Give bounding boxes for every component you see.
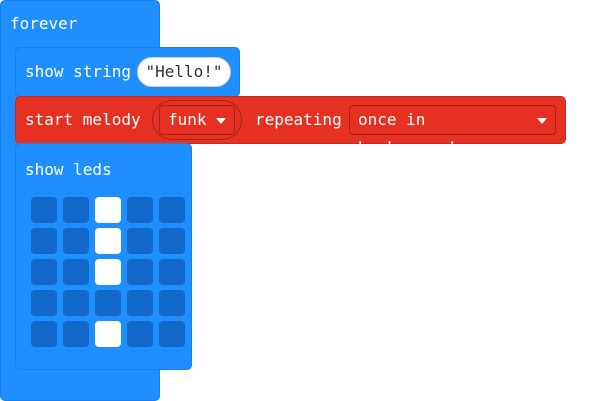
led-cell[interactable]	[63, 259, 89, 285]
repeat-mode-dropdown[interactable]: once in background	[349, 105, 556, 157]
led-cell[interactable]	[95, 290, 121, 316]
led-cell[interactable]	[159, 259, 185, 285]
led-cell[interactable]	[159, 197, 185, 223]
led-cell[interactable]	[31, 197, 57, 223]
melody-value: funk	[168, 110, 207, 129]
repeating-label: repeating	[255, 110, 342, 129]
show-leds-label: show leds	[25, 160, 112, 179]
led-cell[interactable]	[63, 197, 89, 223]
led-cell[interactable]	[127, 259, 153, 285]
led-cell[interactable]	[95, 321, 121, 347]
led-cell[interactable]	[127, 321, 153, 347]
forever-label: forever	[10, 14, 78, 33]
led-cell[interactable]	[63, 228, 89, 254]
led-cell[interactable]	[159, 228, 185, 254]
string-input[interactable]: "Hello!"	[137, 57, 231, 87]
led-cell[interactable]	[95, 197, 121, 223]
chevron-down-icon	[537, 118, 547, 124]
show-string-block[interactable]: show string "Hello!"	[15, 47, 240, 97]
led-grid	[31, 197, 185, 347]
led-cell[interactable]	[63, 321, 89, 347]
repeat-mode-value: once in background	[358, 110, 455, 157]
melody-dropdown[interactable]: funk	[159, 105, 235, 135]
led-cell[interactable]	[159, 290, 185, 316]
led-cell[interactable]	[31, 259, 57, 285]
start-melody-block[interactable]: start melody funk repeating once in back…	[15, 96, 566, 157]
led-cell[interactable]	[127, 290, 153, 316]
led-cell[interactable]	[31, 228, 57, 254]
led-cell[interactable]	[63, 290, 89, 316]
show-leds-block[interactable]: show leds	[15, 143, 192, 370]
led-cell[interactable]	[31, 321, 57, 347]
led-cell[interactable]	[95, 228, 121, 254]
led-cell[interactable]	[95, 259, 121, 285]
led-cell[interactable]	[127, 228, 153, 254]
led-cell[interactable]	[159, 321, 185, 347]
show-string-label: show string	[25, 62, 131, 81]
chevron-down-icon	[216, 118, 226, 124]
led-cell[interactable]	[127, 197, 153, 223]
start-melody-label: start melody	[25, 110, 141, 129]
led-cell[interactable]	[31, 290, 57, 316]
